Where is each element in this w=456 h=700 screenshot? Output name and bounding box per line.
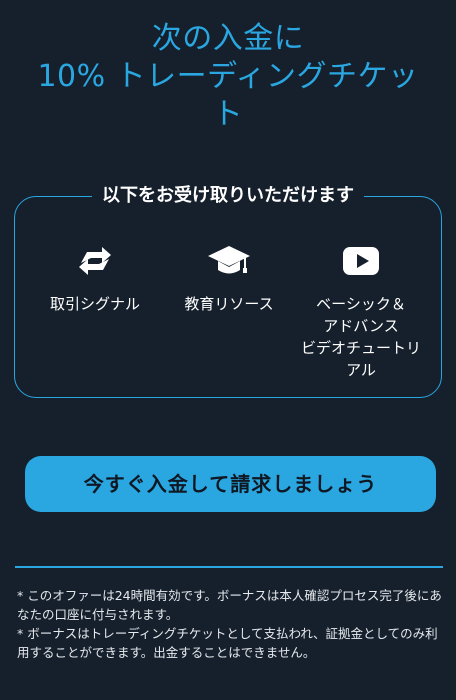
benefit-label: 教育リソース [184, 295, 274, 313]
benefit-label: ベーシック＆ アドバンス ビデオチュートリ アル [300, 295, 421, 379]
benefit-label: 取引シグナル [49, 295, 140, 313]
benefit-educational-resources: 教育リソース [159, 243, 299, 315]
benefits-box: 以下をお受け取りいただけます 取引シグナル 教育リソース ベーシック＆ アドバン… [14, 183, 442, 398]
divider [15, 566, 443, 568]
graduation-cap-icon [208, 246, 250, 274]
refresh-arrows-icon [79, 247, 111, 275]
footnote-2: * ボーナスはトレーディングチケットとして支払われ、証拠金としてのみ利用すること… [17, 626, 438, 660]
benefit-trading-signals: 取引シグナル [25, 243, 165, 315]
headline-line-3: ト [212, 97, 244, 132]
footnote-1: * このオファーは24時間有効です。ボーナスは本人確認プロセス完了後にあなたの口… [17, 588, 442, 622]
benefits-title: 以下をお受け取りいただけます [92, 183, 364, 209]
benefit-video-tutorials: ベーシック＆ アドバンス ビデオチュートリ アル [291, 243, 431, 381]
deposit-claim-button[interactable]: 今すぐ入金して請求しましょう [25, 456, 436, 512]
headline-line-1: 次の入金に [151, 21, 305, 56]
video-play-icon [343, 247, 379, 275]
headline-line-2: 10% トレーディングチケッ [37, 59, 419, 94]
offer-headline: 次の入金に 10% トレーディングチケッ ト [0, 20, 456, 134]
footnotes: * このオファーは24時間有効です。ボーナスは本人確認プロセス完了後にあなたの口… [17, 586, 445, 662]
